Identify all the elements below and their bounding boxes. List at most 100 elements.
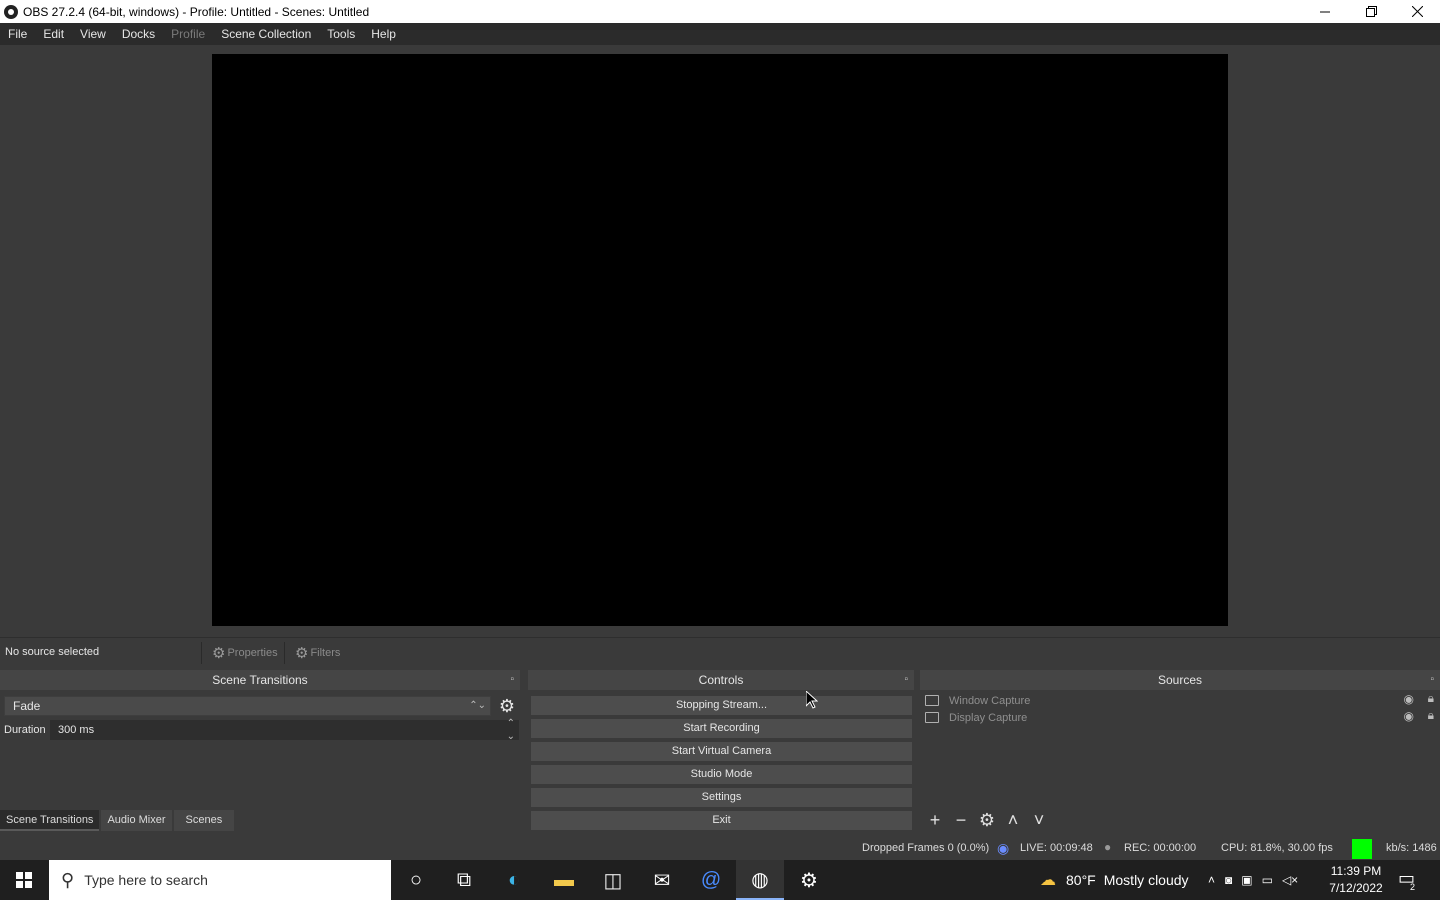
mouse-cursor-icon [806, 691, 818, 709]
dropped-frames: Dropped Frames 0 (0.0%) [862, 842, 990, 854]
obs-logo-icon [4, 4, 18, 19]
tab-scene-transitions[interactable]: Scene Transitions [0, 810, 100, 831]
close-icon [1411, 6, 1423, 17]
add-source-icon[interactable]: + [922, 810, 948, 831]
restore-icon [1365, 6, 1377, 17]
preview-canvas[interactable] [212, 54, 1228, 626]
bitrate: kb/s: 1486 [1386, 842, 1437, 854]
menu-tools[interactable]: Tools [319, 23, 363, 45]
menu-bar: File Edit View Docks Profile Scene Colle… [0, 23, 1440, 45]
context-bar: No source selected ⚙ Properties ⚙ Filter… [0, 637, 1440, 667]
minimize-button[interactable] [1302, 0, 1348, 23]
weather-widget[interactable]: ☁ 80°F Mostly cloudy [1040, 860, 1189, 900]
close-button[interactable] [1394, 0, 1440, 23]
stream-health-indicator [1352, 839, 1372, 859]
record-icon: ● [1104, 840, 1112, 854]
taskbar-search[interactable]: ⚲ Type here to search [49, 860, 391, 900]
cortana-icon[interactable]: ○ [392, 860, 440, 900]
move-down-icon[interactable]: ˅ [1026, 810, 1052, 831]
menu-help[interactable]: Help [363, 23, 404, 45]
edge-icon[interactable]: ◐ [490, 860, 538, 900]
gear-icon[interactable]: ⚙ [974, 810, 1000, 831]
transition-value: Fade [13, 699, 41, 713]
window-controls [1302, 0, 1440, 23]
menu-view[interactable]: View [72, 23, 114, 45]
network-icon[interactable]: ▭ [1262, 873, 1273, 887]
live-icon: ◉ [997, 840, 1010, 856]
undock-icon[interactable]: ▫ [1430, 670, 1434, 690]
volume-muted-icon[interactable]: ◁× [1282, 873, 1298, 887]
undock-icon[interactable]: ▫ [904, 670, 908, 690]
properties-label: Properties [227, 647, 278, 659]
security-icon[interactable]: ▣ [1241, 873, 1252, 887]
settings-icon[interactable]: ⚙ [785, 860, 833, 900]
start-button[interactable] [0, 860, 48, 900]
lock-icon[interactable]: 🔒︎ [1428, 708, 1434, 723]
eye-icon[interactable]: ◉ [1404, 709, 1414, 723]
scene-transitions-title: Scene Transitions [212, 673, 308, 687]
obs-taskbar-icon[interactable]: ◍ [736, 860, 784, 900]
restore-button[interactable] [1348, 0, 1394, 23]
clock-time: 11:39 PM [1330, 864, 1382, 878]
duration-input[interactable]: 300 ms ⌃ ⌄ [50, 717, 519, 743]
settings-button[interactable]: Settings [531, 788, 912, 807]
weather-icon: ☁ [1040, 872, 1056, 889]
file-explorer-icon[interactable]: ▬ [540, 860, 588, 900]
window-icon [925, 695, 939, 706]
source-label: Window Capture [949, 694, 1031, 707]
start-virtual-camera-button[interactable]: Start Virtual Camera [531, 742, 912, 761]
cpu-usage: CPU: 81.8%, 30.00 fps [1221, 842, 1333, 854]
source-status-label: No source selected [5, 646, 100, 658]
spinner-icon[interactable]: ⌃ ⌄ [507, 717, 515, 743]
title-bar: OBS 27.2.4 (64-bit, windows) - Profile: … [0, 0, 1440, 23]
controls-header: Controls ▫ [528, 670, 914, 690]
duration-value: 300 ms [58, 724, 95, 736]
live-time: LIVE: 00:09:48 [1020, 842, 1093, 854]
sources-header: Sources ▫ [920, 670, 1440, 690]
monitor-icon [925, 712, 939, 723]
source-item[interactable]: Display Capture ◉ 🔒︎ [925, 708, 1438, 726]
mail-icon[interactable]: ✉ [638, 860, 686, 900]
weather-text: Mostly cloudy [1103, 872, 1189, 888]
stopping-stream-button[interactable]: Stopping Stream... [531, 696, 912, 715]
filters-button[interactable]: ⚙ Filters [284, 642, 340, 664]
dock-tabs: Scene Transitions Audio Mixer Scenes [0, 810, 236, 831]
task-view-icon[interactable]: ⧉ [440, 860, 488, 900]
transition-settings-button[interactable]: ⚙ [496, 696, 518, 716]
window-title: OBS 27.2.4 (64-bit, windows) - Profile: … [23, 4, 370, 19]
start-recording-button[interactable]: Start Recording [531, 719, 912, 738]
source-item[interactable]: Window Capture ◉ 🔒︎ [925, 691, 1438, 709]
gear-icon: ⚙ [212, 645, 226, 662]
menu-profile[interactable]: Profile [163, 23, 213, 45]
undock-icon[interactable]: ▫ [510, 670, 514, 690]
tab-audio-mixer[interactable]: Audio Mixer [101, 810, 172, 831]
transition-select[interactable]: Fade ⌃⌄ [4, 696, 491, 716]
clock[interactable]: 11:39 PM 7/12/2022 [1326, 863, 1386, 897]
controls-title: Controls [698, 673, 744, 687]
rec-time: REC: 00:00:00 [1124, 842, 1197, 854]
exit-button[interactable]: Exit [531, 811, 912, 830]
menu-file[interactable]: File [0, 23, 35, 45]
filters-label: Filters [310, 647, 341, 659]
scene-transitions-header: Scene Transitions ▫ [0, 670, 520, 690]
remove-source-icon[interactable]: − [948, 810, 974, 831]
menu-scene-collection[interactable]: Scene Collection [213, 23, 319, 45]
search-icon: ⚲ [61, 869, 75, 890]
chevron-up-icon[interactable]: ˄ [1208, 873, 1215, 887]
clock-date: 7/12/2022 [1329, 881, 1383, 895]
system-tray: ˄ ◙ ▣ ▭ ◁× [1208, 860, 1298, 900]
camera-icon[interactable]: ◙ [1225, 873, 1232, 887]
weather-temp: 80°F [1066, 872, 1096, 888]
properties-button[interactable]: ⚙ Properties [201, 642, 278, 664]
app-at-icon[interactable]: @ [687, 860, 735, 900]
move-up-icon[interactable]: ˄ [1000, 810, 1026, 831]
store-icon[interactable]: ◫ [589, 860, 637, 900]
tab-scenes[interactable]: Scenes [173, 810, 235, 831]
status-bar: Dropped Frames 0 (0.0%) ◉ LIVE: 00:09:48… [0, 838, 1440, 860]
eye-icon[interactable]: ◉ [1404, 692, 1414, 706]
menu-edit[interactable]: Edit [35, 23, 72, 45]
studio-mode-button[interactable]: Studio Mode [531, 765, 912, 784]
lock-icon[interactable]: 🔒︎ [1428, 691, 1434, 706]
updown-icon: ⌃⌄ [469, 700, 486, 711]
menu-docks[interactable]: Docks [114, 23, 163, 45]
